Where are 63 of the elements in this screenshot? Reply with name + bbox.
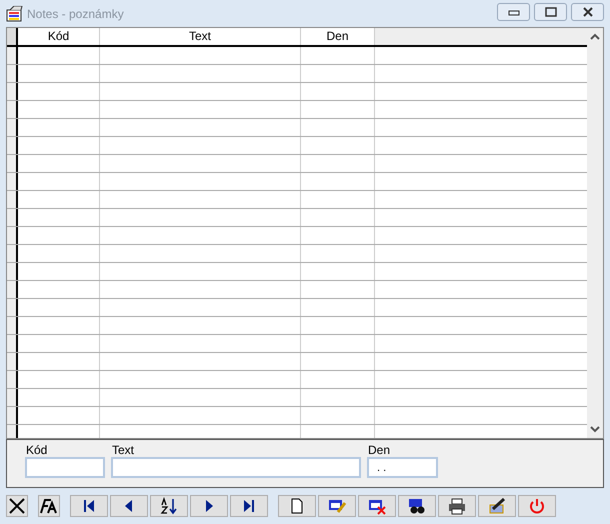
- prev-button[interactable]: [110, 495, 148, 517]
- new-button[interactable]: [278, 495, 316, 517]
- cancel-button[interactable]: [6, 495, 28, 517]
- binoculars-icon: [407, 497, 427, 515]
- sort-button[interactable]: [150, 495, 188, 517]
- notepad-icon: [6, 6, 24, 22]
- last-button[interactable]: [230, 495, 268, 517]
- print-button[interactable]: [438, 495, 476, 517]
- row-indicator[interactable]: [7, 137, 18, 154]
- row-indicator[interactable]: [7, 83, 18, 100]
- row-indicator[interactable]: [7, 47, 18, 64]
- scroll-down-icon[interactable]: [590, 425, 600, 433]
- font-button[interactable]: [38, 495, 60, 517]
- row-indicator[interactable]: [7, 65, 18, 82]
- row-indicator[interactable]: [7, 245, 18, 262]
- row-indicator[interactable]: [7, 227, 18, 244]
- maximize-icon: [544, 7, 556, 17]
- row-indicator[interactable]: [7, 119, 18, 136]
- find-button[interactable]: [398, 495, 436, 517]
- input-field[interactable]: [111, 457, 361, 478]
- field-label: Kód: [25, 443, 48, 457]
- input-field[interactable]: [25, 457, 105, 478]
- next-button[interactable]: [190, 495, 228, 517]
- field-label: Text: [111, 443, 136, 457]
- row-indicator[interactable]: [7, 389, 18, 406]
- row-indicator[interactable]: [7, 353, 18, 370]
- first-button[interactable]: [70, 495, 108, 517]
- font-icon: [39, 497, 59, 515]
- field-label: Den: [367, 443, 392, 457]
- window-title: Notes - poznámky: [27, 6, 125, 20]
- row-indicator[interactable]: [7, 335, 18, 352]
- row-indicator[interactable]: [7, 299, 18, 316]
- pencil-icon: [487, 497, 507, 515]
- row-indicator[interactable]: [7, 281, 18, 298]
- column-header[interactable]: Kód: [18, 28, 100, 45]
- cross-icon: [7, 497, 27, 515]
- row-indicator[interactable]: [7, 407, 18, 424]
- row-indicator[interactable]: [7, 155, 18, 172]
- column-header[interactable]: Text: [100, 28, 301, 45]
- power-icon: [527, 497, 547, 515]
- row-indicator[interactable]: [7, 317, 18, 334]
- edit-icon: [327, 497, 347, 515]
- delete-icon: [367, 497, 387, 515]
- close-icon: [582, 7, 594, 17]
- row-indicator[interactable]: [7, 425, 18, 438]
- close-button[interactable]: [571, 3, 604, 21]
- row-indicator[interactable]: [7, 263, 18, 280]
- scroll-up-icon[interactable]: [590, 33, 600, 41]
- scrollbar[interactable]: [587, 28, 603, 438]
- row-indicator[interactable]: [7, 209, 18, 226]
- row-indicator[interactable]: [7, 101, 18, 118]
- printer-icon: [447, 497, 467, 515]
- edit-button[interactable]: [318, 495, 356, 517]
- input-field[interactable]: . .: [367, 457, 438, 478]
- row-indicator[interactable]: [7, 173, 18, 190]
- row-indicator[interactable]: [7, 191, 18, 208]
- maximize-button[interactable]: [534, 3, 567, 21]
- tools-button[interactable]: [478, 495, 516, 517]
- minimize-icon: [508, 8, 520, 16]
- minimize-button[interactable]: [497, 3, 530, 21]
- delete-button[interactable]: [358, 495, 396, 517]
- row-indicator[interactable]: [7, 371, 18, 388]
- sort-icon: [159, 497, 179, 515]
